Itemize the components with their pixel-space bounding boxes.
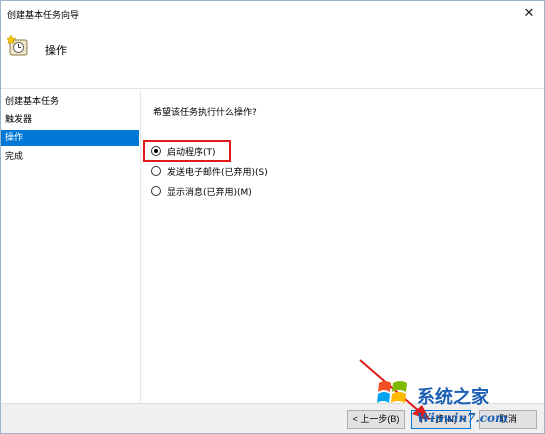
watermark: 系统之家 Winwin7.com [373,373,543,431]
title-bar: 创建基本任务向导 ✕ [1,1,544,27]
watermark-brand: 系统之家 [417,387,489,408]
step-trigger[interactable]: 触发器 [1,112,139,128]
window-title: 创建基本任务向导 [7,11,80,21]
step-create-basic-task[interactable]: 创建基本任务 [1,94,139,110]
task-scheduler-icon [7,35,28,56]
step-action[interactable]: 操作 [1,130,139,146]
page-heading: 操作 [45,44,67,57]
close-icon[interactable]: ✕ [520,5,538,23]
watermark-url: Winwin7.com [417,411,508,425]
action-question: 希望该任务执行什么操作? [153,108,257,118]
windows-logo-icon [377,381,407,403]
option-start-program[interactable]: 启动程序(T) [151,143,216,159]
wizard-window: 创建基本任务向导 ✕ 操作 创建基本任务 触发器 操作 完成 希望该任务执行什么… [0,0,545,434]
option-send-email-label: 发送电子邮件(已弃用)(S) [167,167,268,178]
option-display-message-label: 显示消息(已弃用)(M) [167,187,252,198]
option-start-program-label: 启动程序(T) [167,147,216,158]
radio-start-program[interactable] [151,146,161,156]
action-panel: 希望该任务执行什么操作? 启动程序(T) 发送电子邮件(已弃用)(S) 显示消息… [142,90,544,403]
wizard-header: 操作 [1,27,544,89]
wizard-steps: 创建基本任务 触发器 操作 完成 [1,90,141,403]
radio-display-message[interactable] [151,186,161,196]
radio-send-email[interactable] [151,166,161,176]
step-finish[interactable]: 完成 [1,149,139,165]
option-display-message[interactable]: 显示消息(已弃用)(M) [151,183,252,199]
option-send-email[interactable]: 发送电子邮件(已弃用)(S) [151,163,268,179]
